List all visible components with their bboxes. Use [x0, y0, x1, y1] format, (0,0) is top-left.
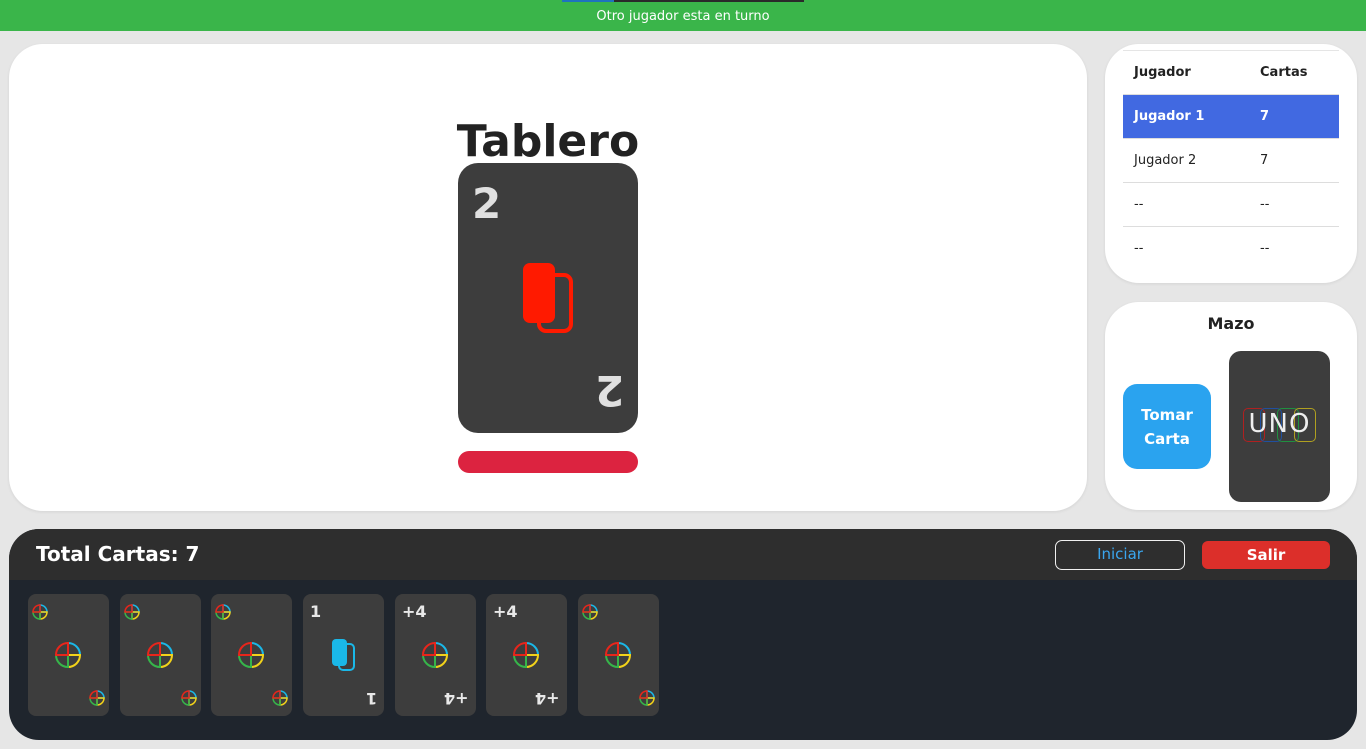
wild-center-icon: [238, 642, 264, 668]
hand-card-draw4[interactable]: +4 +4: [486, 594, 567, 716]
table-row: -- --: [1123, 226, 1339, 271]
card-label-bottom: +4: [444, 689, 469, 708]
hand-card-draw4[interactable]: +4 +4: [395, 594, 476, 716]
wild-mini-icon: [272, 690, 288, 706]
wild-mini-icon: [32, 604, 48, 620]
take-card-button[interactable]: Tomar Carta: [1123, 384, 1211, 469]
players-panel: Jugador Cartas Jugador 1 7 Jugador 2 7 -…: [1105, 44, 1357, 283]
board-panel: Tablero 2 2: [9, 44, 1087, 511]
card-symbol-icon: [332, 639, 355, 671]
player-cards: 7: [1249, 138, 1339, 183]
status-message: Otro jugador esta en turno: [596, 9, 770, 24]
table-row: Jugador 1 7: [1123, 94, 1339, 139]
hand-header: Total Cartas: 7 Iniciar Salir: [9, 529, 1357, 580]
total-cards-label: Total Cartas: 7: [36, 542, 200, 566]
card-number-bottom: 1: [365, 689, 377, 708]
deck-card-label: UNO: [1248, 409, 1311, 439]
card-label-top: +4: [402, 602, 427, 621]
wild-center-icon: [605, 642, 631, 668]
wild-mini-icon: [124, 604, 140, 620]
hand-card-wild[interactable]: [120, 594, 201, 716]
player-name: Jugador 2: [1123, 138, 1249, 183]
hand-card-wild[interactable]: [578, 594, 659, 716]
header-cards: Cartas: [1249, 50, 1339, 95]
hand-card-wild[interactable]: [211, 594, 292, 716]
player-cards: 7: [1249, 94, 1339, 139]
player-cards: --: [1249, 182, 1339, 227]
hand-card-number[interactable]: 1 1: [303, 594, 384, 716]
wild-mini-icon: [582, 604, 598, 620]
card-value-bottom: 2: [594, 366, 624, 415]
current-color-indicator: [458, 451, 638, 473]
deck-card[interactable]: UNO: [1229, 351, 1330, 502]
deck-panel: Mazo Tomar Carta UNO: [1105, 302, 1357, 510]
table-row: Jugador 2 7: [1123, 138, 1339, 183]
player-hand-panel: Total Cartas: 7 Iniciar Salir 1 1 +4 +4: [9, 529, 1357, 740]
card-label-top: +4: [493, 602, 518, 621]
wild-mini-icon: [215, 604, 231, 620]
header-player: Jugador: [1123, 50, 1249, 95]
discard-top-card: 2 2: [458, 163, 638, 433]
card-symbol-icon: [523, 263, 573, 333]
player-name: --: [1123, 226, 1249, 271]
card-label-bottom: +4: [535, 689, 560, 708]
players-table: Jugador Cartas Jugador 1 7 Jugador 2 7 -…: [1123, 50, 1339, 271]
deck-title: Mazo: [1207, 314, 1255, 333]
wild-mini-icon: [181, 690, 197, 706]
card-number-top: 1: [310, 602, 322, 621]
take-card-label-line1: Tomar: [1141, 406, 1193, 424]
hand-card-wild[interactable]: [28, 594, 109, 716]
wild-mini-icon: [639, 690, 655, 706]
player-name: Jugador 1: [1123, 94, 1249, 139]
take-card-label-line2: Carta: [1144, 430, 1190, 448]
wild-center-icon: [422, 642, 448, 668]
progress-strip: [562, 0, 804, 2]
exit-button[interactable]: Salir: [1202, 541, 1330, 569]
wild-center-icon: [147, 642, 173, 668]
wild-center-icon: [55, 642, 81, 668]
table-header-row: Jugador Cartas: [1123, 50, 1339, 95]
start-button[interactable]: Iniciar: [1055, 540, 1185, 570]
player-cards: --: [1249, 226, 1339, 271]
status-bar: Otro jugador esta en turno: [0, 0, 1366, 31]
player-name: --: [1123, 182, 1249, 227]
board-title: Tablero: [456, 116, 640, 167]
card-value-top: 2: [472, 179, 502, 228]
table-row: -- --: [1123, 182, 1339, 227]
wild-mini-icon: [89, 690, 105, 706]
wild-center-icon: [513, 642, 539, 668]
